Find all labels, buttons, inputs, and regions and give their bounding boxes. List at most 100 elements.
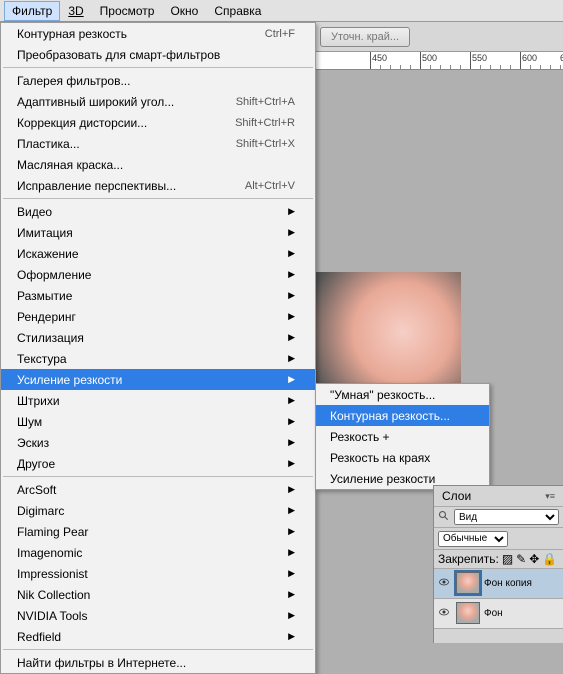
menu-item[interactable]: Галерея фильтров...	[1, 70, 315, 91]
menu-item-label: Redfield	[17, 630, 61, 644]
menu-item[interactable]: Пластика...Shift+Ctrl+X	[1, 133, 315, 154]
menu-item[interactable]: Digimarc▶	[1, 500, 315, 521]
menu-item-label: Размытие	[17, 289, 72, 303]
menu-item[interactable]: Имитация▶	[1, 222, 315, 243]
submenu-arrow-icon: ▶	[288, 311, 295, 322]
menu-item-label: Масляная краска...	[17, 158, 123, 172]
menu-view[interactable]: Просмотр	[92, 1, 163, 21]
menu-item[interactable]: Imagenomic▶	[1, 542, 315, 563]
ruler-tick: 500	[422, 53, 437, 63]
menu-item[interactable]: Усиление резкости▶	[1, 369, 315, 390]
layer-row[interactable]: Фон копия	[434, 569, 563, 599]
refine-edge-button[interactable]: Уточн. край...	[320, 27, 410, 47]
menu-item[interactable]: Другое ▶	[1, 453, 315, 474]
submenu-arrow-icon: ▶	[288, 374, 295, 385]
menu-item[interactable]: Контурная резкость Ctrl+F	[1, 23, 315, 44]
menu-item[interactable]: Impressionist▶	[1, 563, 315, 584]
menu-item[interactable]: Стилизация ▶	[1, 327, 315, 348]
menu-item-label: Nik Collection	[17, 588, 90, 602]
submenu-item-label: Резкость на краях	[330, 451, 430, 465]
panel-menu-icon[interactable]: ▾≡	[545, 491, 555, 502]
layer-thumbnail[interactable]	[456, 602, 480, 624]
lock-row: Закрепить: ▨ ✎ ✥ 🔒	[434, 550, 563, 569]
menu-item[interactable]: Преобразовать для смарт-фильтров	[1, 44, 315, 65]
submenu-arrow-icon: ▶	[288, 227, 295, 238]
submenu-item-label: Усиление резкости	[330, 472, 435, 486]
lock-position-icon[interactable]: ✥	[529, 552, 539, 566]
menu-item-label: Видео	[17, 205, 52, 219]
menu-item-label: Пластика...	[17, 137, 80, 151]
sharpen-submenu: "Умная" резкость... Контурная резкость...…	[315, 383, 490, 490]
submenu-item-label: Резкость +	[330, 430, 390, 444]
menu-item[interactable]: Коррекция дисторсии...Shift+Ctrl+R	[1, 112, 315, 133]
menu-item[interactable]: NVIDIA Tools▶	[1, 605, 315, 626]
menu-item-shortcut: Shift+Ctrl+A	[236, 96, 295, 108]
menu-item[interactable]: Nik Collection▶	[1, 584, 315, 605]
menu-item[interactable]: Исправление перспективы...Alt+Ctrl+V	[1, 175, 315, 196]
menu-separator	[3, 476, 313, 477]
menu-item[interactable]: Текстура▶	[1, 348, 315, 369]
ruler-tick: 550	[472, 53, 487, 63]
menu-item-shortcut: Alt+Ctrl+V	[245, 180, 295, 192]
lock-paint-icon[interactable]: ✎	[516, 552, 526, 566]
menu-item-label: Стилизация	[17, 331, 84, 345]
layers-panel: Слои ▾≡ Вид Обычные Закрепить: ▨ ✎ ✥ 🔒 Ф…	[433, 485, 563, 643]
layer-name[interactable]: Фон	[484, 608, 503, 619]
submenu-item[interactable]: "Умная" резкость...	[316, 384, 489, 405]
menu-3d[interactable]: 3D	[60, 1, 91, 21]
menu-help[interactable]: Справка	[206, 1, 269, 21]
menu-item[interactable]: Адаптивный широкий угол... Shift+Ctrl+A	[1, 91, 315, 112]
menu-item[interactable]: Искажение▶	[1, 243, 315, 264]
submenu-item[interactable]: Резкость на краях	[316, 447, 489, 468]
menu-item[interactable]: Штрихи▶	[1, 390, 315, 411]
menu-separator	[3, 649, 313, 650]
lock-all-icon[interactable]: 🔒	[542, 552, 557, 566]
menu-item[interactable]: ArcSoft ▶	[1, 479, 315, 500]
visibility-icon[interactable]	[438, 606, 452, 621]
layers-tab[interactable]: Слои ▾≡	[434, 486, 563, 507]
submenu-arrow-icon: ▶	[288, 484, 295, 495]
menu-separator	[3, 198, 313, 199]
submenu-arrow-icon: ▶	[288, 568, 295, 579]
submenu-arrow-icon: ▶	[288, 332, 295, 343]
menu-window[interactable]: Окно	[162, 1, 206, 21]
submenu-arrow-icon: ▶	[288, 395, 295, 406]
layer-row[interactable]: Фон	[434, 599, 563, 629]
menu-item-label: Найти фильтры в Интернете...	[17, 656, 186, 670]
menu-item[interactable]: Рендеринг▶	[1, 306, 315, 327]
menu-item-label: ArcSoft	[17, 483, 56, 497]
submenu-item[interactable]: Контурная резкость...	[316, 405, 489, 426]
menu-item[interactable]: Шум▶	[1, 411, 315, 432]
lock-transparency-icon[interactable]: ▨	[502, 552, 513, 566]
submenu-arrow-icon: ▶	[288, 206, 295, 217]
submenu-item[interactable]: Резкость +	[316, 426, 489, 447]
ruler-tick: 600	[522, 53, 537, 63]
submenu-item-label: "Умная" резкость...	[330, 388, 435, 402]
menu-item-label: Адаптивный широкий угол...	[17, 95, 174, 109]
submenu-item-label: Контурная резкость...	[330, 409, 450, 423]
submenu-arrow-icon: ▶	[288, 458, 295, 469]
blend-mode-select[interactable]: Обычные	[438, 531, 508, 547]
visibility-icon[interactable]	[438, 576, 452, 591]
layer-name[interactable]: Фон копия	[484, 578, 532, 589]
layer-filter-kind[interactable]: Вид	[454, 509, 559, 525]
menu-item-shortcut: Shift+Ctrl+R	[235, 117, 295, 129]
layer-thumbnail[interactable]	[456, 572, 480, 594]
menu-filter[interactable]: Фильтр	[4, 1, 60, 21]
menu-item-label: Imagenomic	[17, 546, 82, 560]
menu-item-label: Контурная резкость	[17, 27, 127, 41]
menu-item[interactable]: Flaming Pear ▶	[1, 521, 315, 542]
menu-item[interactable]: Оформление▶	[1, 264, 315, 285]
search-icon	[438, 510, 450, 525]
menu-item-shortcut: Ctrl+F	[265, 28, 295, 40]
submenu-arrow-icon: ▶	[288, 437, 295, 448]
menu-item[interactable]: Размытие▶	[1, 285, 315, 306]
menu-item[interactable]: Найти фильтры в Интернете...	[1, 652, 315, 673]
menu-item[interactable]: Масляная краска...	[1, 154, 315, 175]
menu-item[interactable]: Видео ▶	[1, 201, 315, 222]
menu-item-label: Другое	[17, 457, 55, 471]
menu-item-label: Текстура	[17, 352, 67, 366]
submenu-arrow-icon: ▶	[288, 526, 295, 537]
menu-item-label: Flaming Pear	[17, 525, 88, 539]
menu-item[interactable]: Эскиз▶	[1, 432, 315, 453]
